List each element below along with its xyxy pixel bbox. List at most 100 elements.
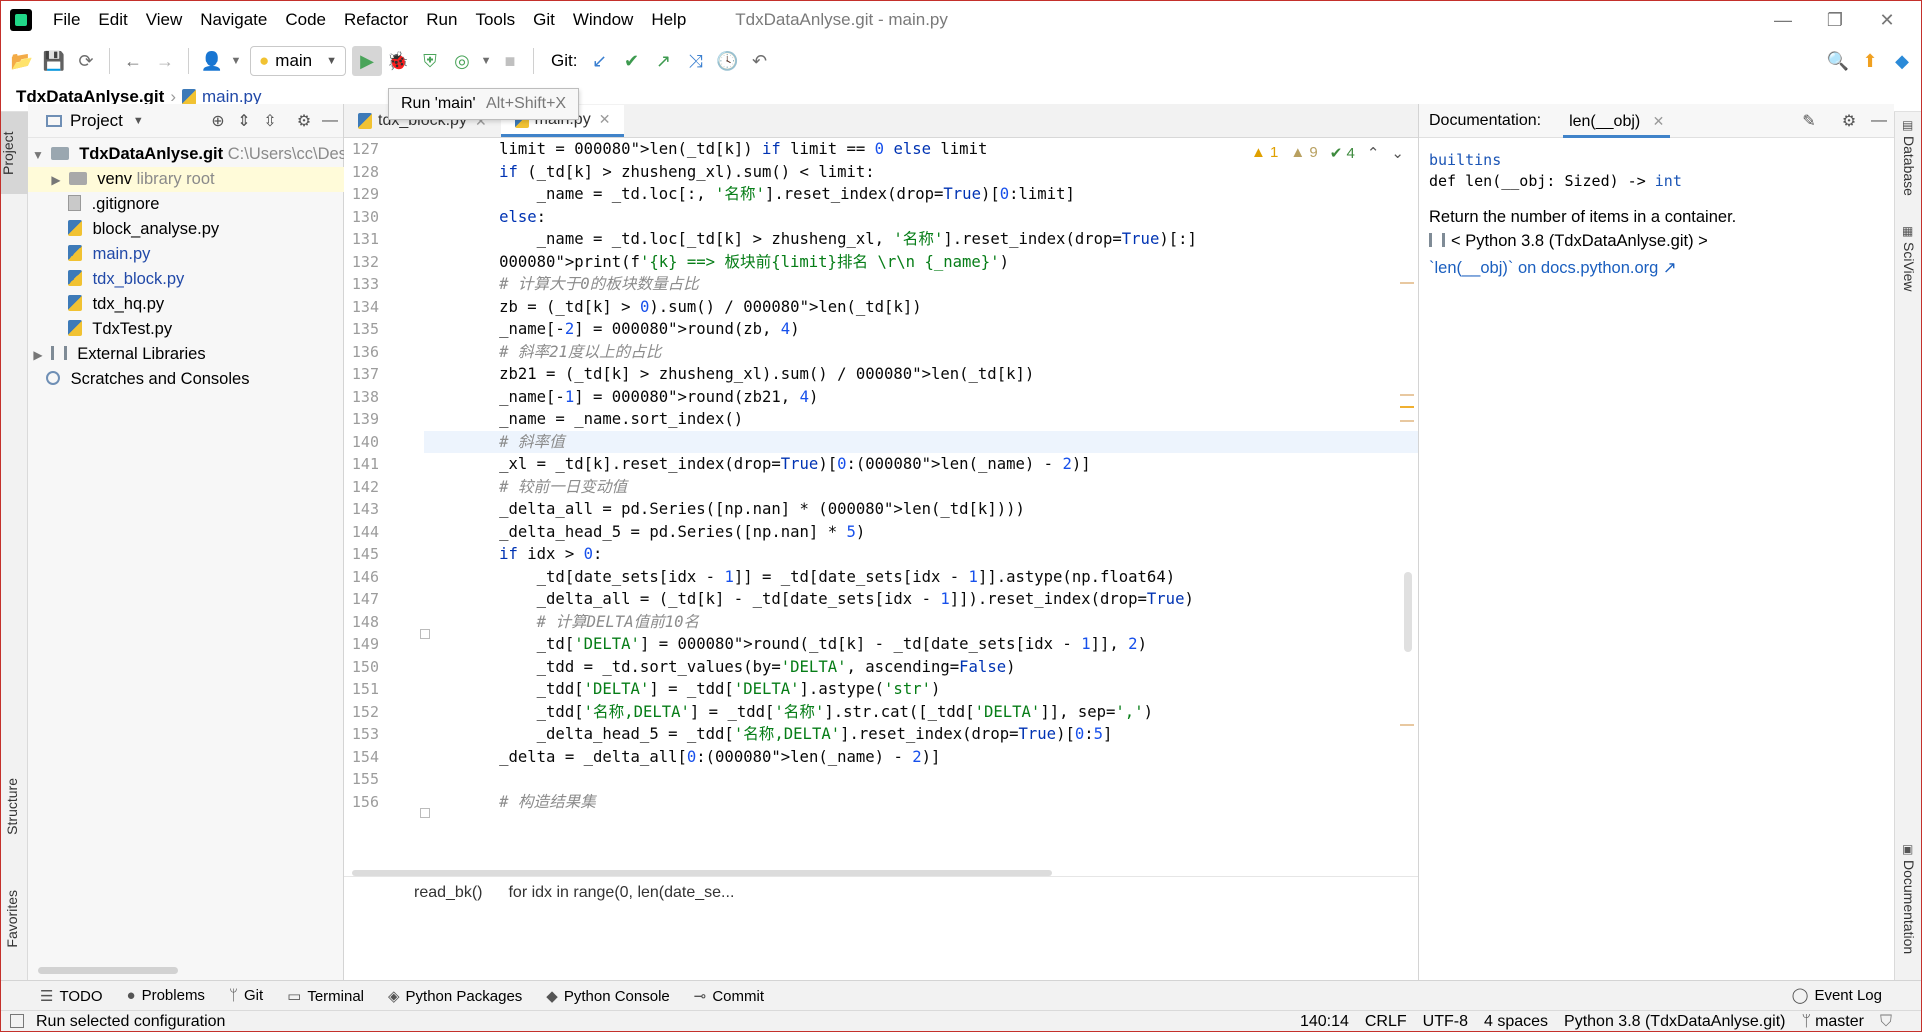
tree-item-gitignore[interactable]: .gitignore [28,192,344,217]
menu-window[interactable]: Window [564,0,642,40]
edit-source-icon[interactable]: ✎ [1794,111,1824,131]
chevron-down-icon[interactable]: ▼ [133,115,144,127]
update-icon[interactable]: ⬆ [1856,47,1884,75]
run-config-combo[interactable]: ● main ▼ [250,46,347,76]
project-tool-tab[interactable]: Project [0,112,28,194]
code-line[interactable]: zb21 = (_td[k] > zhusheng_xl).sum() / 00… [424,363,1418,386]
tool-tab-problems[interactable]: ● Problems [127,987,205,1004]
code-line[interactable]: _name = _td.loc[:, '名称'].reset_index(dro… [424,183,1418,206]
code-line[interactable]: _delta_head_5 = _tdd['名称,DELTA'].reset_i… [424,723,1418,746]
chevron-down-icon[interactable]: ▼ [480,47,492,75]
code-line[interactable]: if idx > 0: [424,543,1418,566]
collapse-all-icon[interactable]: ⇳ [257,111,283,131]
tree-item-scratches[interactable]: Scratches and Consoles [28,367,344,392]
close-icon[interactable]: ✕ [599,111,611,128]
hide-icon[interactable]: — [1864,112,1894,130]
tree-item-venv[interactable]: ▶ venv library root [28,167,344,192]
doc-tab[interactable]: len(__obj) ✕ [1563,104,1671,138]
menu-git[interactable]: Git [524,0,564,40]
tool-tab-commit[interactable]: ⊸ Commit [694,987,764,1005]
breadcrumb-loop[interactable]: for idx in range(0, len(date_se... [508,884,734,902]
menu-file[interactable]: File [44,0,89,40]
close-icon[interactable]: ✕ [1653,113,1665,129]
documentation-tool-tab[interactable]: Documentation [1901,860,1917,954]
scroll-marker[interactable] [1400,406,1414,408]
indent-setting[interactable]: 4 spaces [1484,1013,1548,1031]
tree-item-file[interactable]: tdx_hq.py [28,292,344,317]
code-line[interactable]: # 计算大于0的板块数量占比 [424,273,1418,296]
code-line[interactable]: _name = _name.sort_index() [424,408,1418,431]
tool-tab-git[interactable]: ᛘ Git [229,987,263,1004]
weak-warning-count[interactable]: ▲ 9 [1290,144,1317,162]
tool-tab-todo[interactable]: ☰ TODO [40,987,103,1005]
code-line[interactable]: # 较前一日变动值 [424,476,1418,499]
hide-icon[interactable]: — [317,112,343,130]
menu-navigate[interactable]: Navigate [191,0,276,40]
gear-icon[interactable]: ⚙ [1834,111,1864,131]
code-line[interactable]: # 计算DELTA值前10名 [424,611,1418,634]
sync-icon[interactable]: ⟳ [72,47,100,75]
tree-item-file[interactable]: block_analyse.py [28,217,344,242]
stop-icon[interactable]: ■ [496,47,524,75]
sciview-tool-tab[interactable]: SciView [1901,242,1917,292]
code-line[interactable]: # 斜率21度以上的占比 [424,341,1418,364]
rollback-icon[interactable]: ↶ [745,47,773,75]
back-icon[interactable]: ← [119,47,147,75]
code-line[interactable]: 000080">print(f'{k} ==> 板块前{limit}排名 \r\… [424,251,1418,274]
debug-icon[interactable]: 🐞 [384,47,412,75]
toggle-tool-windows-icon[interactable] [10,1014,24,1028]
code-line[interactable]: _delta = _delta_all[0:(000080">len(_name… [424,746,1418,769]
code-line[interactable]: _delta_all = (_td[k] - _td[date_sets[idx… [424,588,1418,611]
tree-item-external-libraries[interactable]: ▶ External Libraries [28,342,344,367]
menu-help[interactable]: Help [642,0,695,40]
menu-view[interactable]: View [137,0,192,40]
lock-icon[interactable]: ⛉ [1880,1013,1892,1031]
tool-tab-python-packages[interactable]: ◈ Python Packages [388,987,522,1005]
scroll-marker[interactable] [1400,724,1414,726]
save-all-icon[interactable]: 💾 [40,47,68,75]
tree-root[interactable]: ▼ TdxDataAnlyse.git C:\Users\cc\Des [28,142,347,168]
code-line[interactable]: if (_td[k] > zhusheng_xl).sum() < limit: [424,161,1418,184]
git-commit-icon[interactable]: ✔ [617,47,645,75]
minimize-icon[interactable]: — [1758,0,1808,40]
tool-tab-python-console[interactable]: ◆ Python Console [546,987,669,1005]
scroll-marker[interactable] [1400,394,1414,396]
menu-run[interactable]: Run [417,0,466,40]
tool-tab-event-log[interactable]: ◯ Event Log [1792,981,1882,1011]
fold-icon[interactable] [420,808,430,818]
code-line[interactable]: _xl = _td[k].reset_index(drop=True)[0:(0… [424,453,1418,476]
code-line[interactable]: else: [424,206,1418,229]
code-line[interactable]: _tdd['名称,DELTA'] = _tdd['名称'].str.cat([_… [424,701,1418,724]
caret-position[interactable]: 140:14 [1300,1013,1349,1031]
jetbrains-toolbox-icon[interactable]: ◆ [1888,47,1916,75]
horizontal-scrollbar[interactable] [38,967,178,974]
file-encoding[interactable]: UTF-8 [1423,1013,1468,1031]
interpreter-selector[interactable]: Python 3.8 (TdxDataAnlyse.git) [1564,1013,1785,1031]
favorites-tool-tab[interactable]: Favorites [4,890,20,948]
structure-tool-tab[interactable]: Structure [4,778,20,835]
search-icon[interactable]: 🔍 [1824,47,1852,75]
menu-edit[interactable]: Edit [89,0,136,40]
typo-count[interactable]: ✔ 4 [1330,144,1355,162]
breadcrumb-function[interactable]: read_bk() [414,884,482,902]
code-line[interactable]: # 构造结果集 [424,791,1418,814]
open-folder-icon[interactable]: 📂 [8,47,36,75]
code-line[interactable]: _delta_head_5 = pd.Series([np.nan] * 5) [424,521,1418,544]
tree-item-file[interactable]: TdxTest.py [28,317,344,342]
code-line[interactable]: _name = _td.loc[_td[k] > zhusheng_xl, '名… [424,228,1418,251]
chevron-down-icon[interactable]: ▼ [30,143,46,168]
chevron-down-icon[interactable]: ⌄ [1391,144,1404,162]
restore-icon[interactable]: ❐ [1810,0,1860,40]
tree-item-file[interactable]: tdx_block.py [28,267,344,292]
database-tool-tab[interactable]: Database [1901,136,1917,196]
menu-code[interactable]: Code [276,0,335,40]
locate-icon[interactable]: ⊕ [205,111,231,131]
history-icon[interactable]: 🕓 [713,47,741,75]
code-line[interactable]: _delta_all = pd.Series([np.nan] * (00008… [424,498,1418,521]
user-icon[interactable]: 👤 [198,47,226,75]
code-line[interactable]: _td['DELTA'] = 000080">round(_td[k] - _t… [424,633,1418,656]
scroll-marker[interactable] [1400,282,1414,284]
tree-item-file[interactable]: main.py [28,242,344,267]
run-button[interactable]: ▶ [352,46,383,76]
code-line[interactable]: # 斜率值 [424,430,1418,453]
